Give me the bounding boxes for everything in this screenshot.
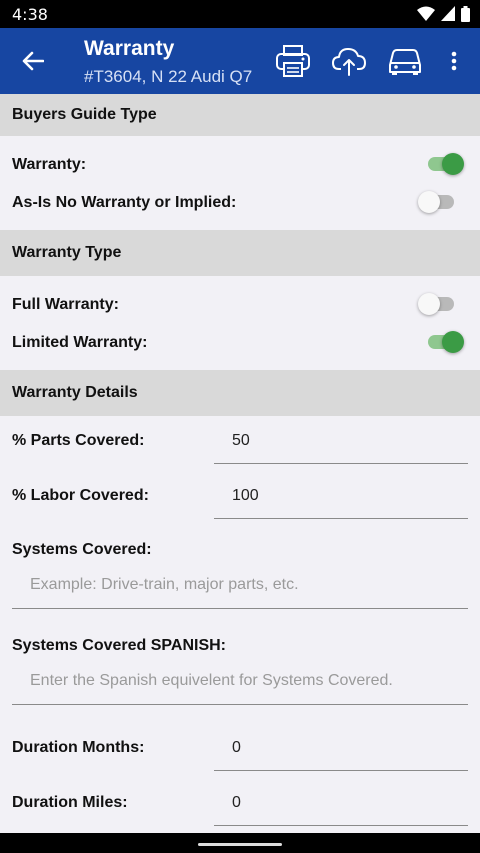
systems-spanish-placeholder: Enter the Spanish equivelent for Systems… <box>30 672 393 689</box>
systems-spanish-label: Systems Covered SPANISH: <box>12 637 226 654</box>
arrow-back-icon <box>22 51 44 71</box>
print-icon <box>276 45 310 77</box>
limited-warranty-switch[interactable] <box>424 330 464 354</box>
section-warranty-details: Warranty Details <box>0 370 480 416</box>
switch-thumb <box>418 293 440 315</box>
as-is-label: As-Is No Warranty or Implied: <box>12 194 237 211</box>
labor-covered-input[interactable]: 100 <box>214 487 468 519</box>
systems-covered-placeholder: Example: Drive-train, major parts, etc. <box>30 576 299 593</box>
wifi-icon <box>417 6 435 21</box>
labor-covered-label: % Labor Covered: <box>12 487 149 504</box>
signal-icon <box>441 6 455 21</box>
parts-covered-label: % Parts Covered: <box>12 432 145 449</box>
system-nav-bar <box>0 833 480 853</box>
vehicle-button[interactable] <box>384 40 426 82</box>
full-warranty-label: Full Warranty: <box>12 296 119 313</box>
status-icons <box>417 6 470 22</box>
parts-covered-input[interactable]: 50 <box>214 432 468 464</box>
cloud-upload-icon <box>332 48 366 76</box>
parts-covered-value: 50 <box>232 432 250 449</box>
app-bar: Warranty #T3604, N 22 Audi Q7 <box>0 28 480 94</box>
battery-icon <box>461 6 470 22</box>
more-vert-icon <box>451 51 457 71</box>
full-warranty-switch[interactable] <box>418 292 458 316</box>
page-subtitle: #T3604, N 22 Audi Q7 <box>84 67 253 86</box>
warranty-switch[interactable] <box>424 152 464 176</box>
section-buyers-guide-type: Buyers Guide Type <box>0 94 480 136</box>
duration-miles-value: 0 <box>232 794 241 811</box>
systems-covered-label: Systems Covered: <box>12 541 152 558</box>
status-bar: 4:38 <box>0 0 480 28</box>
duration-miles-input[interactable]: 0 <box>214 794 468 826</box>
switch-thumb <box>418 191 440 213</box>
labor-covered-value: 100 <box>232 487 259 504</box>
duration-months-input[interactable]: 0 <box>214 739 468 771</box>
switch-thumb <box>442 331 464 353</box>
limited-warranty-label: Limited Warranty: <box>12 334 148 351</box>
as-is-switch[interactable] <box>418 190 458 214</box>
page-title: Warranty <box>84 37 175 60</box>
status-time: 4:38 <box>12 5 48 24</box>
upload-button[interactable] <box>328 40 370 82</box>
more-options-button[interactable] <box>440 40 468 82</box>
section-warranty-type: Warranty Type <box>0 230 480 276</box>
home-handle[interactable] <box>198 843 282 846</box>
switch-thumb <box>442 153 464 175</box>
systems-spanish-input[interactable]: Enter the Spanish equivelent for Systems… <box>12 672 468 705</box>
duration-months-label: Duration Months: <box>12 739 145 756</box>
print-button[interactable] <box>272 40 314 82</box>
duration-miles-label: Duration Miles: <box>12 794 128 811</box>
warranty-label: Warranty: <box>12 156 87 173</box>
back-button[interactable] <box>14 43 52 79</box>
car-icon <box>389 49 421 75</box>
duration-months-value: 0 <box>232 739 241 756</box>
systems-covered-input[interactable]: Example: Drive-train, major parts, etc. <box>12 576 468 609</box>
